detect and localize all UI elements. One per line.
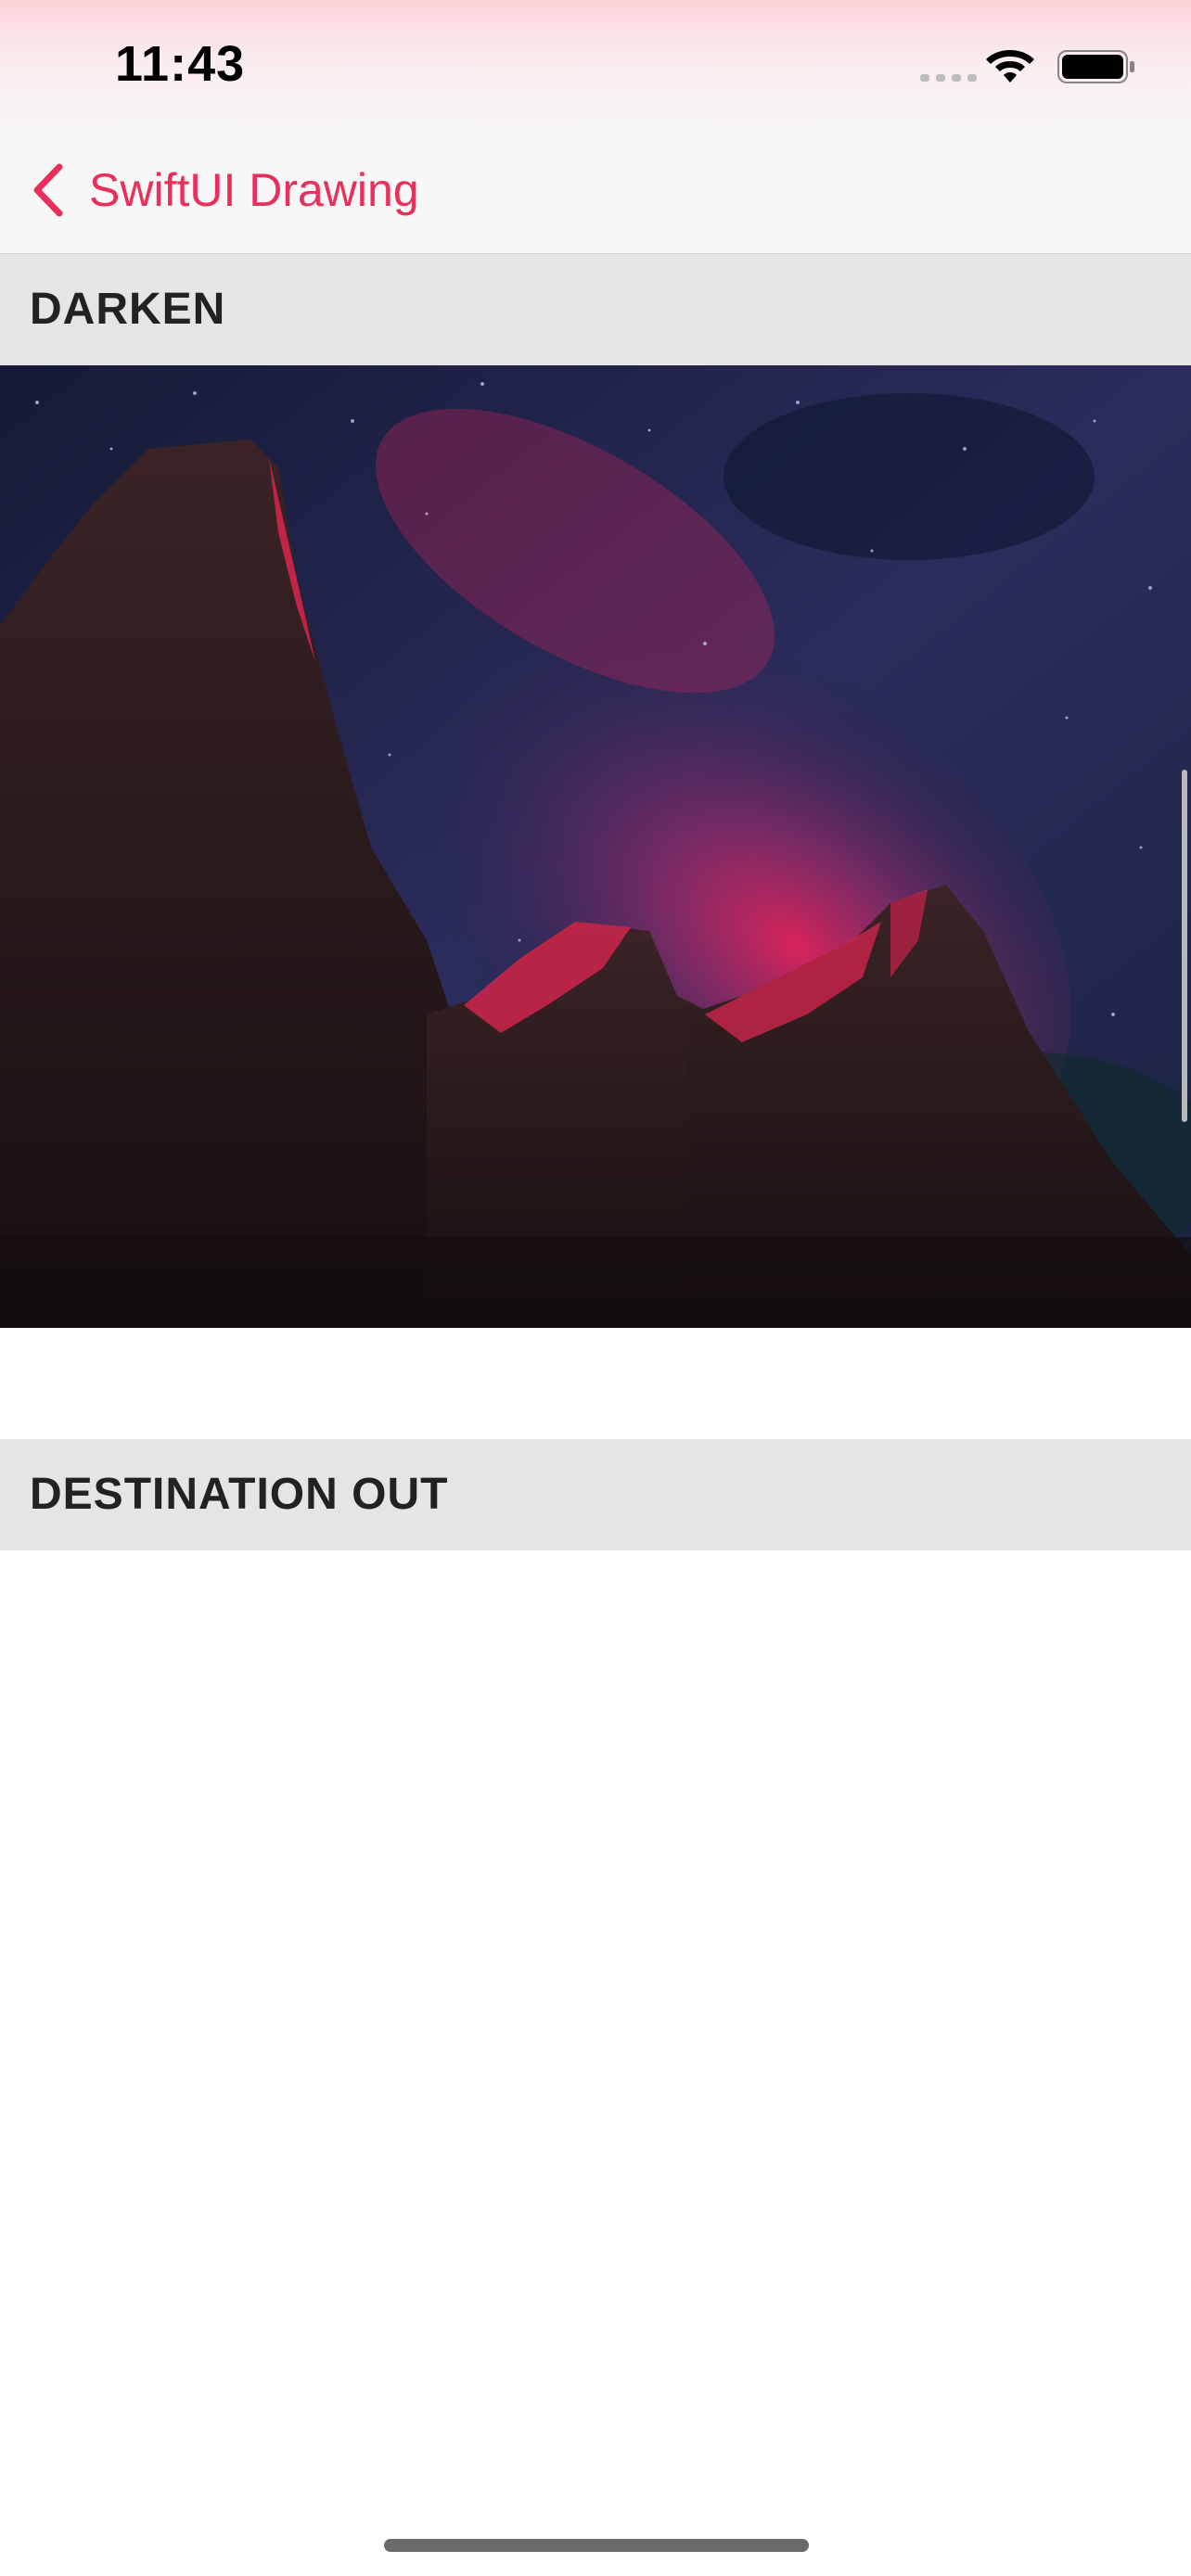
status-bar: 11:43 [0,0,1191,130]
section-header-darken: DARKEN [0,254,1191,365]
back-button-label: SwiftUI Drawing [89,164,419,216]
battery-icon [1057,50,1134,83]
scroll-indicator[interactable] [1182,770,1187,1122]
status-icons [764,45,1135,91]
photo-image [0,365,1191,1328]
wifi-icon [986,50,1034,83]
night-sky-mountain-photo [0,365,1191,1328]
section-title: DESTINATION OUT [30,1470,449,1519]
section-title: DARKEN [30,285,226,334]
home-indicator[interactable] [384,2539,809,2552]
cellular-signal-icon [920,74,977,82]
navigation-bar: SwiftUI Drawing [0,130,1191,255]
chevron-left-icon [33,163,63,217]
back-button[interactable]: SwiftUI Drawing [30,158,419,223]
section-header-destination-out: DESTINATION OUT [0,1439,1191,1550]
status-time: 11:43 [115,36,246,92]
